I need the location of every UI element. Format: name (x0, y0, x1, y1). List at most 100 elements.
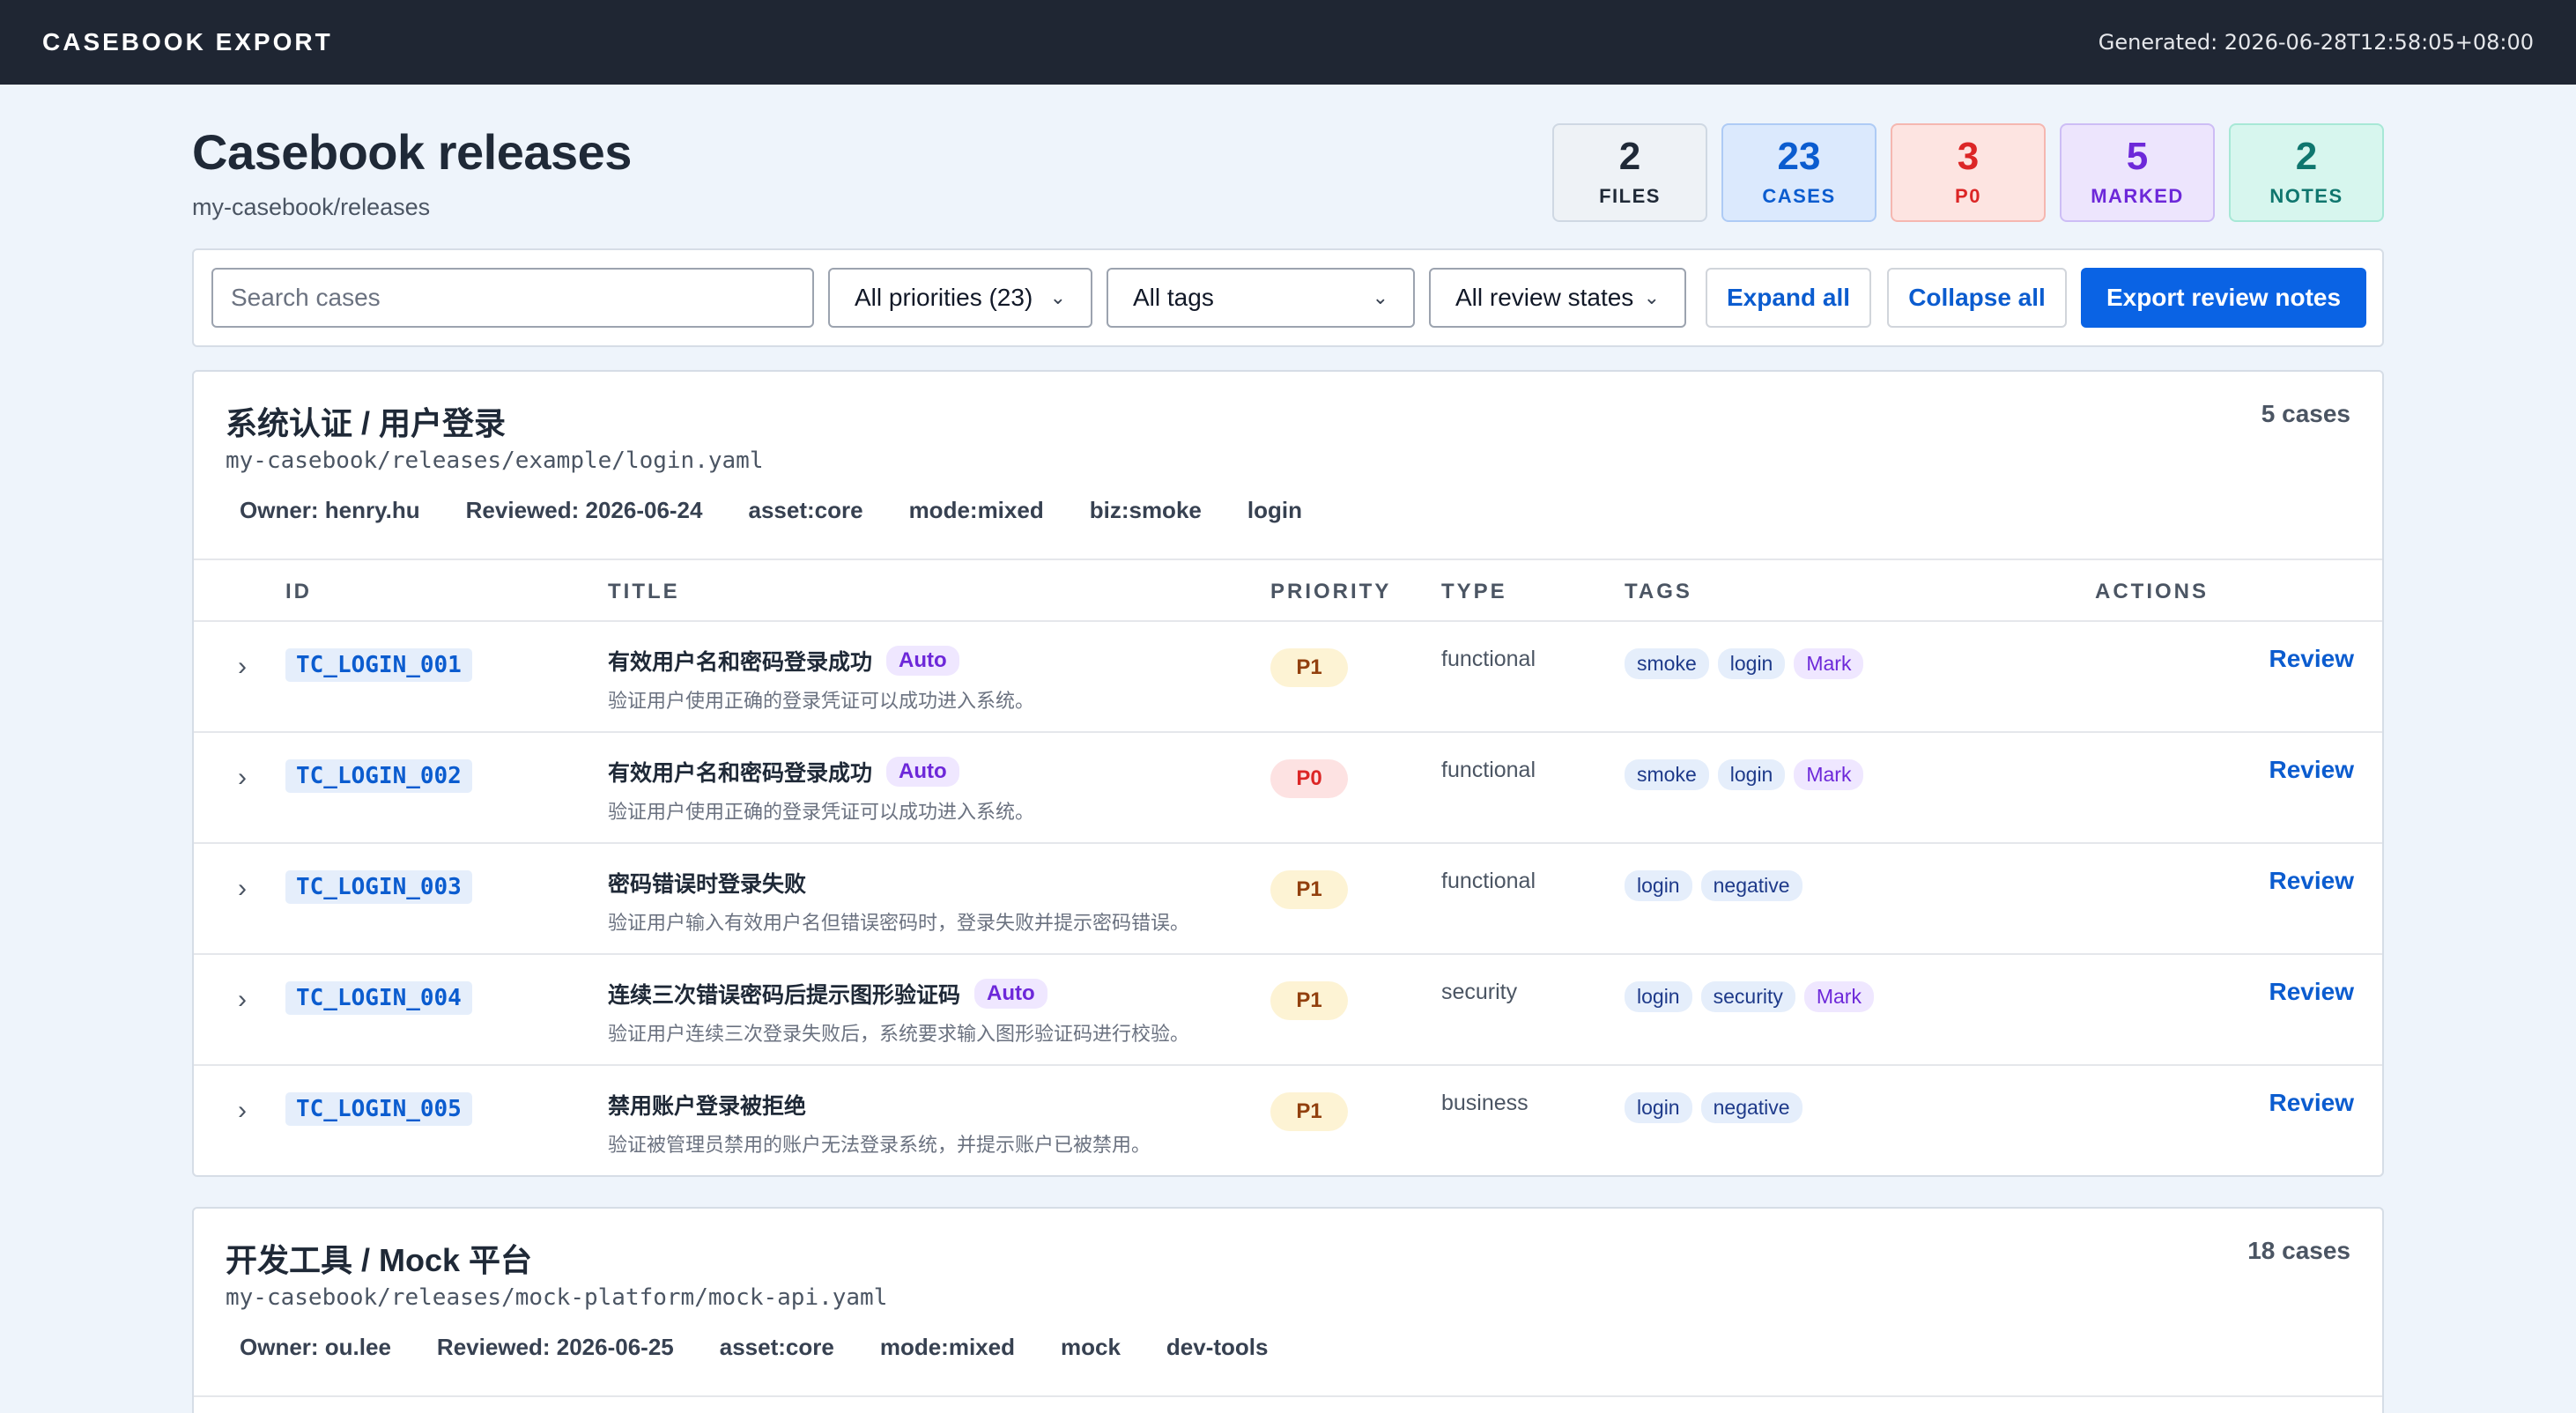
auto-badge: Auto (974, 979, 1047, 1009)
case-id: TC_LOGIN_001 (285, 648, 472, 682)
meta-tag: asset:core (719, 1334, 834, 1360)
meta-tag: dev-tools (1166, 1334, 1269, 1360)
chevron-down-icon: ⌄ (1643, 286, 1660, 308)
generated-timestamp: Generated: 2026-06-28T12:58:05+08:00 (2098, 30, 2534, 55)
case-count: 5 cases (2261, 400, 2350, 427)
stat-value: 3 (1957, 135, 1980, 178)
case-title-group: 密码错误时登录失败 (608, 867, 806, 899)
page-subtitle: my-casebook/releases (192, 194, 431, 220)
meta-owner: Owner: ou.lee (240, 1334, 391, 1360)
mark-chip[interactable]: Mark (1803, 981, 1874, 1012)
table-row: › TC_LOGIN_005 禁用账户登录被拒绝验证被管理员禁用的账户无法登录系统，… (194, 1066, 2382, 1175)
case-description: 验证用户使用正确的登录凭证可以成功进入系统。 (608, 691, 1035, 713)
case-title: 有效用户名和密码登录成功 (608, 760, 873, 786)
case-title: 有效用户名和密码登录成功 (608, 649, 873, 675)
case-title-group: 禁用账户登录被拒绝 (608, 1089, 806, 1121)
file-path: my-casebook/releases/mock-platform/mock-… (226, 1284, 888, 1311)
table-header: ID TITLE PRIORITY TYPE TAGS ACTIONS (194, 560, 2382, 622)
stat-label: P0 (1955, 185, 1981, 207)
priority-select-value: All priorities (23) (855, 284, 1033, 311)
case-table-body: › TC_LOGIN_001 有效用户名和密码登录成功 Auto 验证用户使用正确的登录… (194, 622, 2382, 1175)
table-row: › TC_LOGIN_003 密码错误时登录失败 验证用户输入有效用户名但错误密码时，… (194, 844, 2382, 955)
review-link[interactable]: Review (2269, 978, 2355, 1006)
review-link[interactable]: Review (2269, 867, 2355, 895)
column-header-id: ID (285, 580, 312, 603)
search-input[interactable] (211, 268, 814, 328)
review-select-value: All review states (1455, 284, 1634, 311)
table-row: › TC_LOGIN_002 有效用户名和密码登录成功 Auto 验证用户使用正确的登录… (194, 733, 2382, 844)
chevron-down-icon: ⌄ (1372, 286, 1388, 308)
file-card: 系统认证 / 用户登录 my-casebook/releases/example… (192, 370, 2384, 1177)
review-link[interactable]: Review (2269, 756, 2355, 784)
stat-card-cases: 23 CASES (1721, 123, 1876, 222)
case-title: 密码错误时登录失败 (608, 871, 807, 897)
stat-card-marked: 5 MARKED (2060, 123, 2215, 222)
file-title: 系统认证 / 用户登录 (226, 405, 507, 441)
tag-list: smoke login Mark (1625, 648, 1864, 679)
tags-select[interactable]: All tags ⌄ (1107, 268, 1415, 328)
stat-label: MARKED (2091, 185, 2184, 207)
case-id: TC_LOGIN_002 (285, 759, 472, 793)
main-content: Casebook releases my-casebook/releases 2… (192, 85, 2384, 1413)
case-title-group: 有效用户名和密码登录成功 Auto (608, 645, 959, 677)
chevron-right-icon[interactable]: › (238, 1096, 247, 1126)
meta-tag: mode:mixed (908, 497, 1044, 523)
chevron-down-icon: ⌄ (1049, 286, 1066, 308)
meta-tag: login (1247, 497, 1302, 523)
stat-label: CASES (1762, 185, 1836, 207)
tag-chip: login (1625, 870, 1692, 901)
mark-chip[interactable]: Mark (1794, 759, 1864, 790)
file-card-header: 系统认证 / 用户登录 my-casebook/releases/example… (194, 372, 2382, 560)
priority-badge: P1 (1270, 870, 1348, 909)
priority-badge: P1 (1270, 648, 1348, 687)
case-type: functional (1441, 869, 1536, 893)
page-header: Casebook releases my-casebook/releases 2… (192, 85, 2384, 248)
file-card: 开发工具 / Mock 平台 my-casebook/releases/mock… (192, 1207, 2384, 1413)
chevron-right-icon[interactable]: › (238, 874, 247, 904)
case-id: TC_LOGIN_005 (285, 1092, 472, 1126)
case-type: functional (1441, 647, 1536, 671)
tag-chip: negative (1700, 1092, 1802, 1123)
review-state-select[interactable]: All review states ⌄ (1429, 268, 1686, 328)
stat-card-files: 2 FILES (1552, 123, 1707, 222)
expand-all-button[interactable]: Expand all (1706, 268, 1871, 328)
file-card-header: 开发工具 / Mock 平台 my-casebook/releases/mock… (194, 1209, 2382, 1397)
tag-chip: negative (1700, 870, 1802, 901)
stat-value: 2 (2295, 135, 2318, 178)
file-meta-list: Owner: ou.lee Reviewed: 2026-06-25 asset… (226, 1328, 1282, 1366)
case-type: functional (1441, 758, 1536, 782)
chevron-right-icon[interactable]: › (238, 763, 247, 793)
case-id: TC_LOGIN_003 (285, 870, 472, 904)
case-title-group: 连续三次错误密码后提示图形验证码 Auto (608, 978, 1047, 1010)
table-row: › TC_LOGIN_001 有效用户名和密码登录成功 Auto 验证用户使用正确的登录… (194, 622, 2382, 733)
tag-chip: login (1625, 1092, 1692, 1123)
stat-value: 23 (1777, 135, 1821, 178)
chevron-right-icon[interactable]: › (238, 985, 247, 1015)
case-id: TC_LOGIN_004 (285, 981, 472, 1015)
priority-badge: P0 (1270, 759, 1348, 798)
chevron-right-icon[interactable]: › (238, 652, 247, 682)
case-description: 验证被管理员禁用的账户无法登录系统，并提示账户已被禁用。 (608, 1135, 1151, 1157)
app-brand: CASEBOOK EXPORT (42, 28, 333, 55)
case-description: 验证用户连续三次登录失败后，系统要求输入图形验证码进行校验。 (608, 1024, 1190, 1046)
mark-chip[interactable]: Mark (1794, 648, 1864, 679)
case-title-group: 有效用户名和密码登录成功 Auto (608, 756, 959, 788)
column-header-type: TYPE (1441, 580, 1507, 603)
column-header-title: TITLE (608, 580, 680, 603)
stats-summary: 2 FILES 23 CASES 3 P0 5 MARKED 2 NOTES (1552, 123, 2384, 222)
collapse-all-button[interactable]: Collapse all (1887, 268, 2067, 328)
export-review-notes-button[interactable]: Export review notes (2081, 268, 2366, 328)
tag-list: login security Mark (1625, 981, 1874, 1012)
case-type: business (1441, 1091, 1529, 1115)
priority-select[interactable]: All priorities (23) ⌄ (828, 268, 1092, 328)
file-title: 开发工具 / Mock 平台 (226, 1242, 533, 1278)
auto-badge: Auto (886, 757, 959, 787)
meta-tag: biz:smoke (1089, 497, 1202, 523)
page-title: Casebook releases (192, 124, 632, 180)
review-link[interactable]: Review (2269, 1089, 2355, 1117)
case-title: 连续三次错误密码后提示图形验证码 (608, 982, 961, 1008)
review-link[interactable]: Review (2269, 645, 2355, 673)
tag-chip: login (1625, 981, 1692, 1012)
tag-list: login negative (1625, 1092, 1802, 1123)
filter-toolbar: All priorities (23) ⌄ All tags ⌄ All rev… (192, 248, 2384, 347)
